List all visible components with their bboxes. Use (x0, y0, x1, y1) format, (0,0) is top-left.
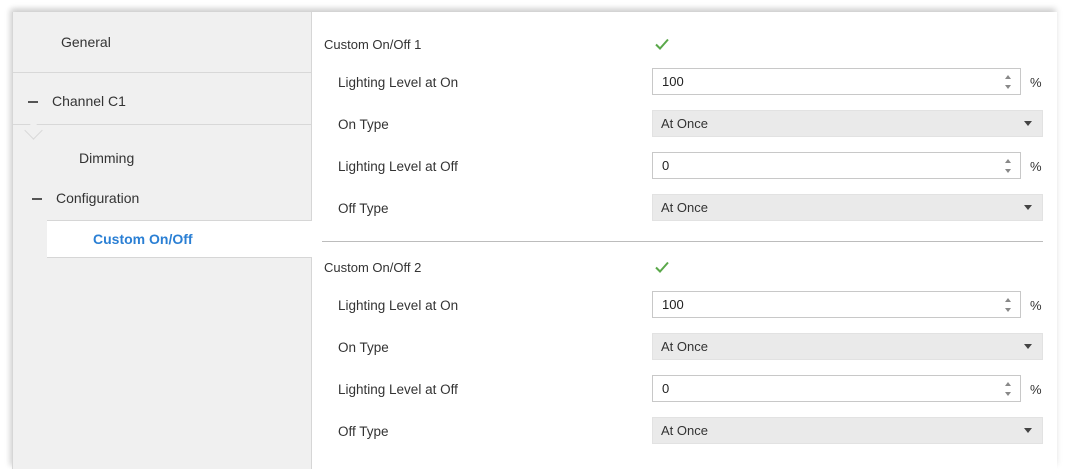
sidebar-item-general[interactable]: General (13, 12, 311, 72)
sidebar-item-custom-on-off[interactable]: Custom On/Off (47, 220, 312, 258)
chevron-down-icon (1024, 121, 1032, 126)
minus-icon[interactable] (32, 198, 42, 201)
lighting-level-off-input[interactable]: 0 (652, 375, 1021, 402)
lighting-level-on-label: Lighting Level at On (338, 75, 459, 90)
unit-label: % (1030, 159, 1042, 174)
unit-label: % (1030, 75, 1042, 90)
select-value: At Once (661, 423, 708, 438)
sidebar-item-channel-c1[interactable]: Channel C1 (13, 73, 311, 129)
select-value: At Once (661, 116, 708, 131)
input-value: 0 (662, 381, 670, 396)
minus-icon[interactable] (28, 101, 38, 104)
spinner-arrows-icon[interactable] (1004, 157, 1012, 175)
off-type-label: Off Type (338, 201, 389, 216)
select-value: At Once (661, 200, 708, 215)
sidebar-divider (13, 124, 311, 125)
sidebar: General Channel C1 Dimming Configuration… (13, 12, 312, 469)
section-title: Custom On/Off 1 (324, 37, 422, 52)
sidebar-item-dimming[interactable]: Dimming (13, 140, 311, 176)
unit-label: % (1030, 382, 1042, 397)
sidebar-item-label: Configuration (56, 190, 140, 206)
section-title: Custom On/Off 2 (324, 260, 422, 275)
sidebar-item-label: Dimming (79, 150, 135, 166)
on-type-label: On Type (338, 117, 389, 132)
spinner-arrows-icon[interactable] (1004, 296, 1012, 314)
lighting-level-off-label: Lighting Level at Off (338, 382, 458, 397)
on-type-label: On Type (338, 340, 389, 355)
spinner-arrows-icon[interactable] (1004, 73, 1012, 91)
sidebar-item-label: Channel C1 (52, 93, 126, 109)
lighting-level-on-input[interactable]: 100 (652, 68, 1021, 95)
sidebar-item-label: General (61, 34, 111, 50)
input-value: 100 (662, 74, 684, 89)
lighting-level-off-label: Lighting Level at Off (338, 159, 458, 174)
window-frame: General Channel C1 Dimming Configuration… (12, 12, 1057, 469)
on-type-select[interactable]: At Once (652, 333, 1043, 360)
on-type-select[interactable]: At Once (652, 110, 1043, 137)
parameter-panel: Custom On/Off 1 Lighting Level at On 100… (312, 12, 1057, 469)
chevron-down-icon (1024, 344, 1032, 349)
sidebar-item-label: Custom On/Off (93, 231, 193, 247)
spinner-arrows-icon[interactable] (1004, 380, 1012, 398)
input-value: 100 (662, 297, 684, 312)
lighting-level-off-input[interactable]: 0 (652, 152, 1021, 179)
checkmark-icon[interactable] (654, 36, 670, 52)
section-divider (322, 241, 1043, 242)
input-value: 0 (662, 158, 670, 173)
lighting-level-on-input[interactable]: 100 (652, 291, 1021, 318)
off-type-select[interactable]: At Once (652, 417, 1043, 444)
select-value: At Once (661, 339, 708, 354)
sidebar-item-configuration[interactable]: Configuration (13, 180, 311, 216)
chevron-down-icon (1024, 428, 1032, 433)
off-type-select[interactable]: At Once (652, 194, 1043, 221)
chevron-down-icon (1024, 205, 1032, 210)
checkmark-icon[interactable] (654, 259, 670, 275)
lighting-level-on-label: Lighting Level at On (338, 298, 459, 313)
unit-label: % (1030, 298, 1042, 313)
off-type-label: Off Type (338, 424, 389, 439)
